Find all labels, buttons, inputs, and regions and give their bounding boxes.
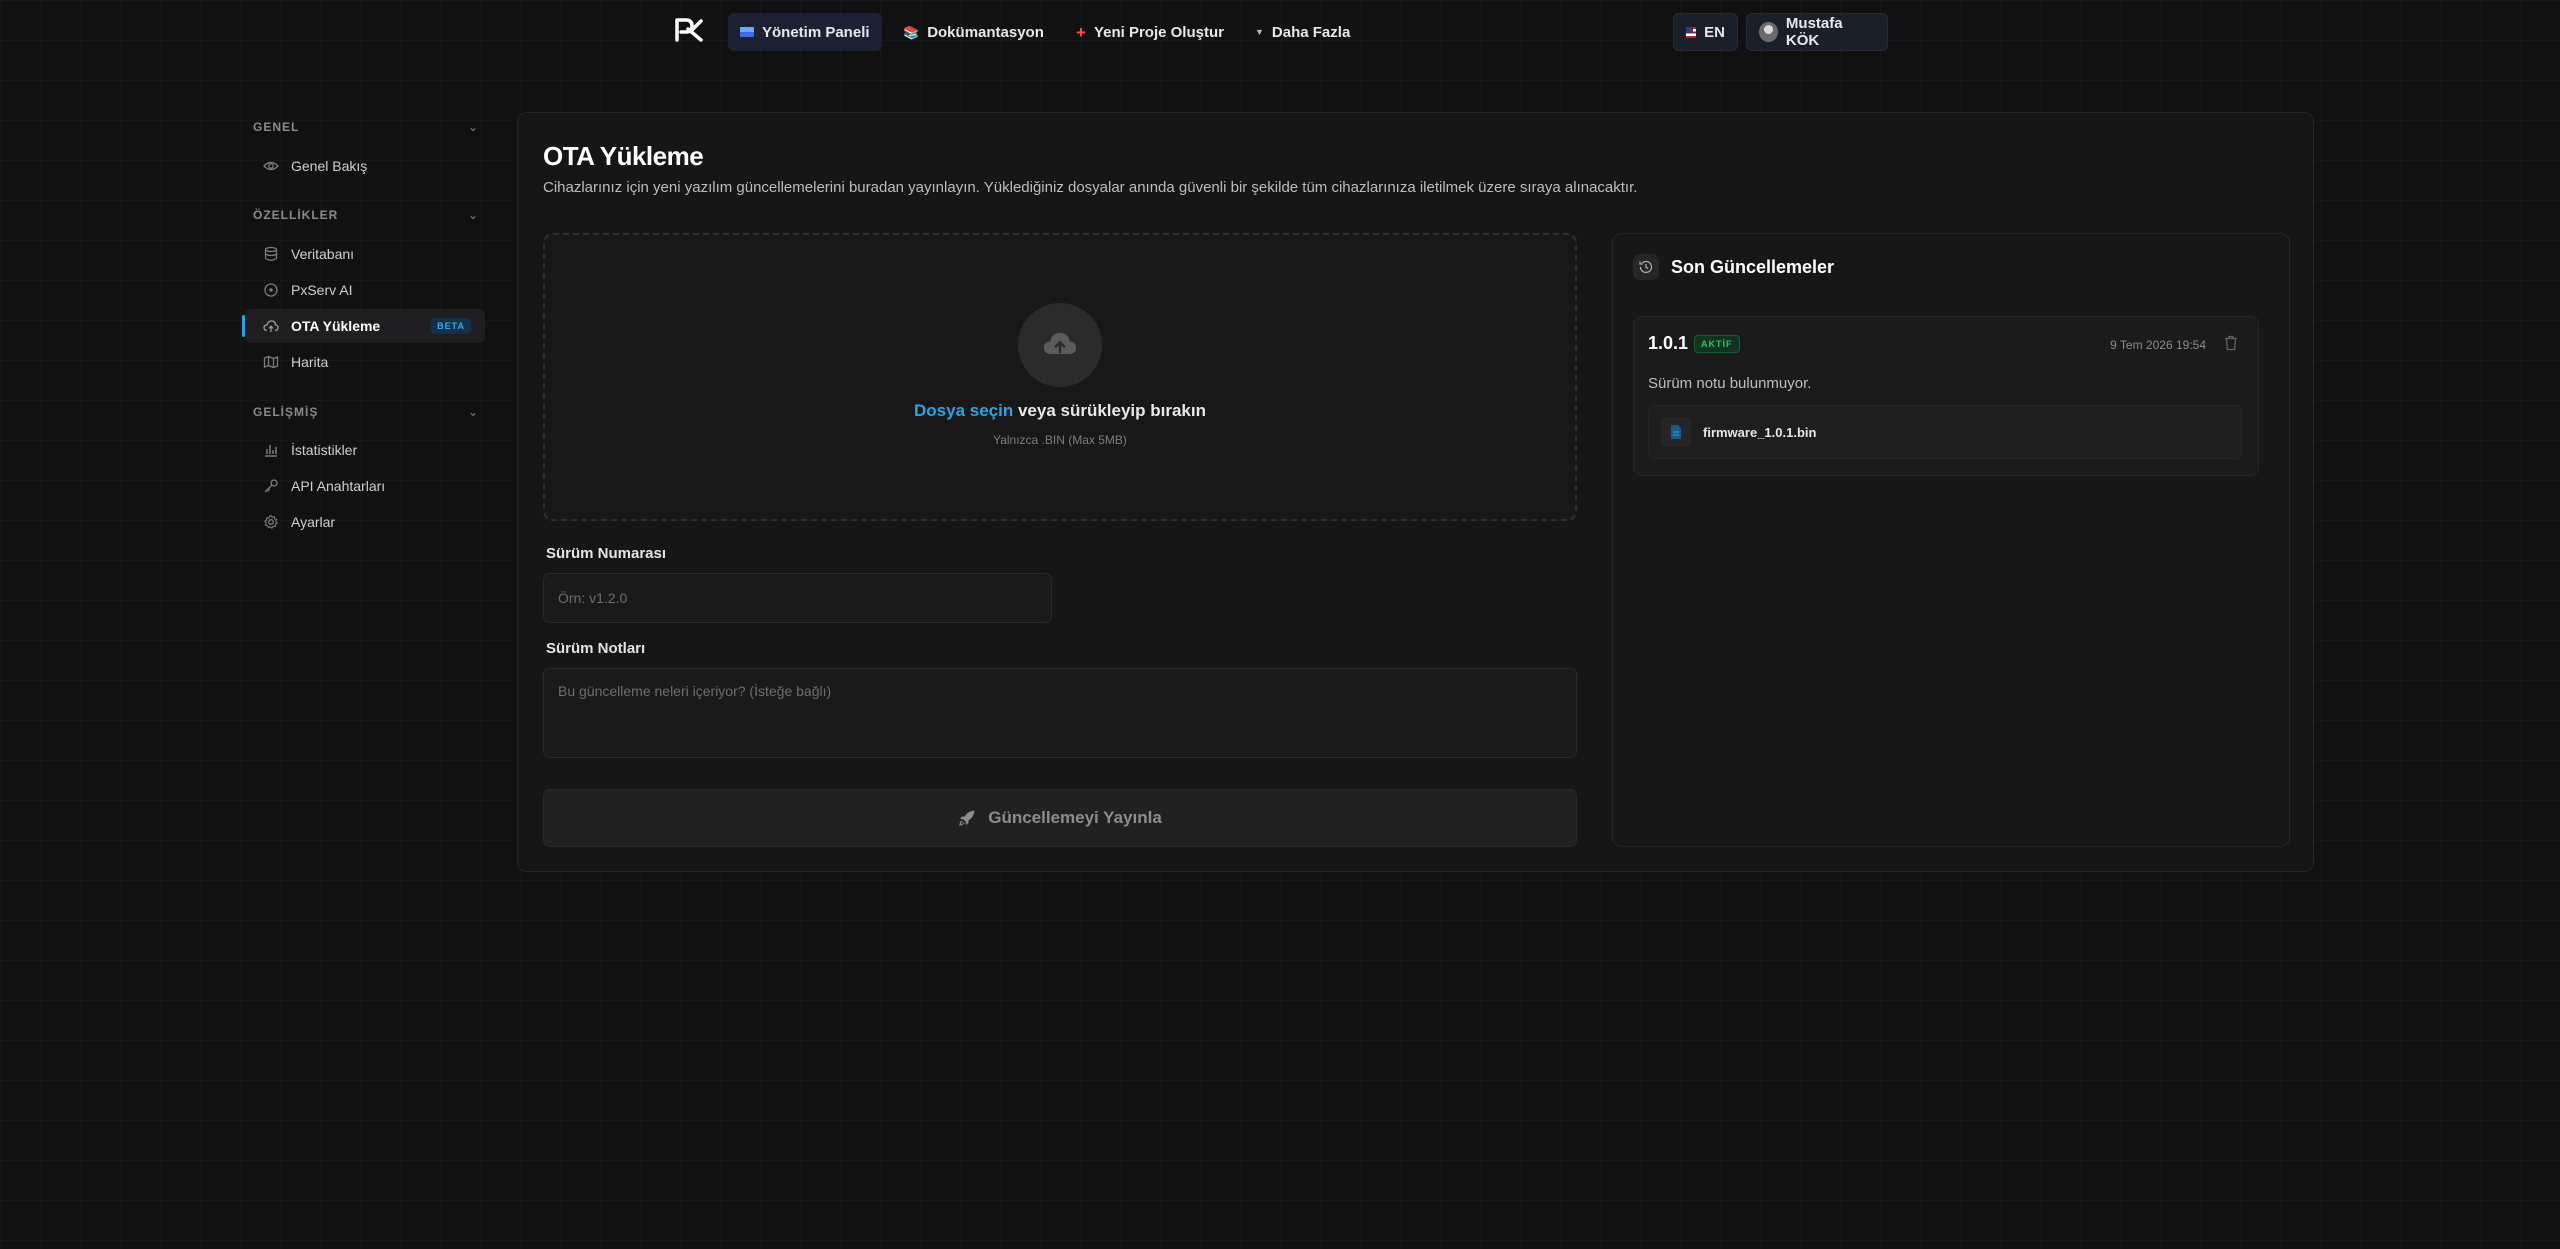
dropzone-drag-text: veya sürükleyip bırakın bbox=[1013, 401, 1206, 420]
file-icon bbox=[1661, 417, 1691, 447]
publish-label: Güncellemeyi Yayınla bbox=[988, 808, 1162, 827]
sidebar-item-api-keys[interactable]: API Anahtarları bbox=[245, 469, 485, 503]
px-logo[interactable] bbox=[674, 16, 704, 44]
release-date: 9 Tem 2026 19:54 bbox=[2110, 338, 2206, 352]
sidebar-item-label: API Anahtarları bbox=[291, 478, 386, 494]
sidebar-section-general[interactable]: GENEL ⌄ bbox=[253, 116, 485, 138]
file-name: firmware_1.0.1.bin bbox=[1703, 424, 1817, 440]
version-placeholder: Örn: v1.2.0 bbox=[558, 590, 628, 606]
sidebar-item-label: OTA Yükleme bbox=[291, 318, 381, 334]
us-flag-icon bbox=[1686, 26, 1697, 38]
section-title: GELİŞMİŞ bbox=[253, 405, 319, 419]
chevron-down-icon: ⌄ bbox=[467, 120, 479, 134]
user-menu[interactable]: Mustafa KÖK bbox=[1746, 13, 1888, 51]
nav-docs-label: Dokümantasyon bbox=[927, 23, 1044, 41]
release-file[interactable]: firmware_1.0.1.bin bbox=[1648, 405, 2242, 459]
sidebar-item-statistics[interactable]: İstatistikler bbox=[245, 433, 485, 467]
ai-icon bbox=[263, 282, 279, 298]
rocket-icon bbox=[959, 810, 975, 826]
version-label: Sürüm Numarası bbox=[546, 545, 667, 562]
sidebar-item-overview[interactable]: Genel Bakış bbox=[245, 149, 485, 183]
upload-icon-circle bbox=[1018, 303, 1102, 387]
file-dropzone[interactable]: Dosya seçin veya sürükleyip bırakın Yaln… bbox=[543, 233, 1577, 521]
map-icon bbox=[263, 354, 279, 370]
sidebar-item-label: Genel Bakış bbox=[291, 158, 368, 174]
version-input[interactable]: Örn: v1.2.0 bbox=[543, 573, 1052, 623]
cloud-upload-icon bbox=[263, 318, 279, 334]
recent-updates-title: Son Güncellemeler bbox=[1671, 256, 1835, 277]
ota-upload-card: OTA Yükleme Cihazlarınız için yeni yazıl… bbox=[517, 112, 2314, 872]
database-icon bbox=[263, 246, 279, 262]
chevron-down-icon: ▼ bbox=[1255, 26, 1264, 37]
notes-placeholder: Bu güncelleme neleri içeriyor? (İsteğe b… bbox=[558, 683, 832, 699]
section-title: GENEL bbox=[253, 120, 300, 134]
user-name: Mustafa KÖK bbox=[1785, 15, 1843, 49]
plus-icon: + bbox=[1076, 22, 1086, 42]
books-icon: 📚 bbox=[903, 24, 920, 40]
sidebar-item-pxserv-ai[interactable]: PxServ AI bbox=[245, 273, 485, 307]
publish-button[interactable]: Güncellemeyi Yayınla bbox=[543, 789, 1577, 847]
sidebar-item-ota-upload[interactable]: OTA Yükleme BETA bbox=[242, 309, 485, 343]
sidebar-section-features[interactable]: ÖZELLİKLER ⌄ bbox=[253, 204, 485, 226]
nav-more-label: Daha Fazla bbox=[1271, 23, 1351, 41]
eye-icon bbox=[263, 158, 279, 174]
sidebar-section-advanced[interactable]: GELİŞMİŞ ⌄ bbox=[253, 401, 485, 423]
notes-textarea[interactable]: Bu güncelleme neleri içeriyor? (İsteğe b… bbox=[543, 668, 1577, 758]
section-title: ÖZELLİKLER bbox=[253, 208, 339, 222]
dropzone-hint: Yalnızca .BIN (Max 5MB) bbox=[993, 433, 1127, 447]
notes-label: Sürüm Notları bbox=[546, 640, 646, 657]
sidebar-item-map[interactable]: Harita bbox=[245, 345, 485, 379]
nav-new-project-label: Yeni Proje Oluştur bbox=[1093, 23, 1224, 41]
active-indicator bbox=[242, 315, 245, 337]
dropzone-text: Dosya seçin veya sürükleyip bırakın bbox=[545, 401, 1575, 421]
chevron-down-icon: ⌄ bbox=[467, 208, 479, 222]
sidebar-item-label: Veritabanı bbox=[291, 246, 355, 262]
key-icon bbox=[263, 478, 279, 494]
page-description: Cihazlarınız için yeni yazılım güncellem… bbox=[543, 179, 1638, 196]
recent-updates-header: Son Güncellemeler bbox=[1633, 254, 1834, 280]
trash-icon[interactable] bbox=[2224, 335, 2238, 351]
language-label: EN bbox=[1704, 23, 1725, 41]
status-badge: AKTİF bbox=[1694, 335, 1740, 353]
history-icon bbox=[1633, 254, 1659, 280]
beta-badge: BETA bbox=[431, 318, 471, 334]
choose-file-link[interactable]: Dosya seçin bbox=[914, 401, 1013, 420]
release-notes: Sürüm notu bulunmuyor. bbox=[1648, 375, 1812, 392]
nav-dashboard-label: Yönetim Paneli bbox=[762, 23, 870, 41]
page-title: OTA Yükleme bbox=[543, 141, 704, 171]
top-navbar: Yönetim Paneli 📚 Dokümantasyon + Yeni Pr… bbox=[0, 0, 2560, 64]
sidebar-item-label: İstatistikler bbox=[291, 442, 358, 458]
nav-more[interactable]: ▼ Daha Fazla bbox=[1243, 13, 1362, 51]
sidebar-item-settings[interactable]: Ayarlar bbox=[245, 505, 485, 539]
language-switcher[interactable]: EN bbox=[1673, 13, 1738, 51]
sidebar-item-label: PxServ AI bbox=[291, 282, 353, 298]
recent-updates-panel: Son Güncellemeler 1.0.1 AKTİF 9 Tem 2026… bbox=[1612, 233, 2290, 847]
cloud-upload-icon bbox=[1044, 333, 1076, 354]
bar-chart-icon bbox=[263, 442, 279, 458]
sidebar-item-database[interactable]: Veritabanı bbox=[245, 237, 485, 271]
avatar bbox=[1759, 22, 1778, 42]
dashboard-flag-icon bbox=[740, 27, 754, 37]
nav-docs[interactable]: 📚 Dokümantasyon bbox=[891, 13, 1056, 51]
sidebar-item-label: Harita bbox=[291, 354, 329, 370]
gear-icon bbox=[263, 514, 279, 530]
release-card: 1.0.1 AKTİF 9 Tem 2026 19:54 Sürüm notu … bbox=[1633, 316, 2259, 476]
sidebar-item-label: Ayarlar bbox=[291, 514, 336, 530]
release-version: 1.0.1 bbox=[1648, 333, 1689, 353]
nav-new-project[interactable]: + Yeni Proje Oluştur bbox=[1064, 13, 1236, 51]
nav-dashboard[interactable]: Yönetim Paneli bbox=[728, 13, 882, 51]
chevron-down-icon: ⌄ bbox=[467, 405, 479, 419]
